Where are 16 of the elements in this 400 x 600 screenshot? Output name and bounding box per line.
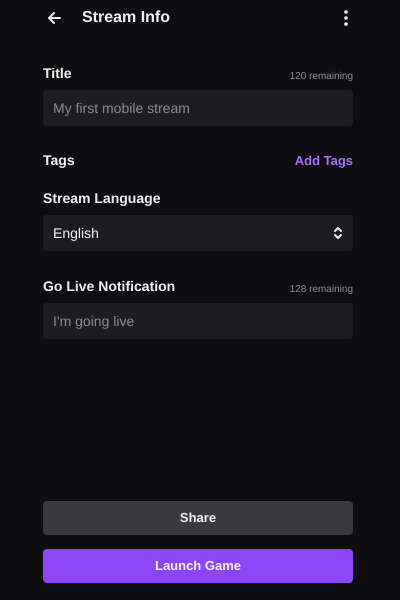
field-label: Tags <box>43 151 75 170</box>
language-select[interactable]: English <box>43 215 353 251</box>
field-label: Stream Language <box>43 189 162 208</box>
back-arrow-icon[interactable] <box>46 10 62 26</box>
more-options-icon[interactable] <box>344 10 348 26</box>
chevron-up-down-icon <box>333 226 343 240</box>
character-counter: 128 remaining <box>290 283 353 297</box>
field-label: Go Live Notification <box>43 277 176 296</box>
text-input-field[interactable]: I'm going live <box>43 303 353 339</box>
text-input-field[interactable]: My first mobile stream <box>43 90 353 126</box>
character-counter: 120 remaining <box>290 70 353 84</box>
add-tags-link[interactable]: Add Tags <box>294 150 353 170</box>
page-title: Stream Info <box>82 8 172 28</box>
launch-button[interactable]: Launch Game <box>43 549 353 583</box>
share-button[interactable]: Share <box>43 501 353 535</box>
field-label: Title <box>43 64 72 83</box>
